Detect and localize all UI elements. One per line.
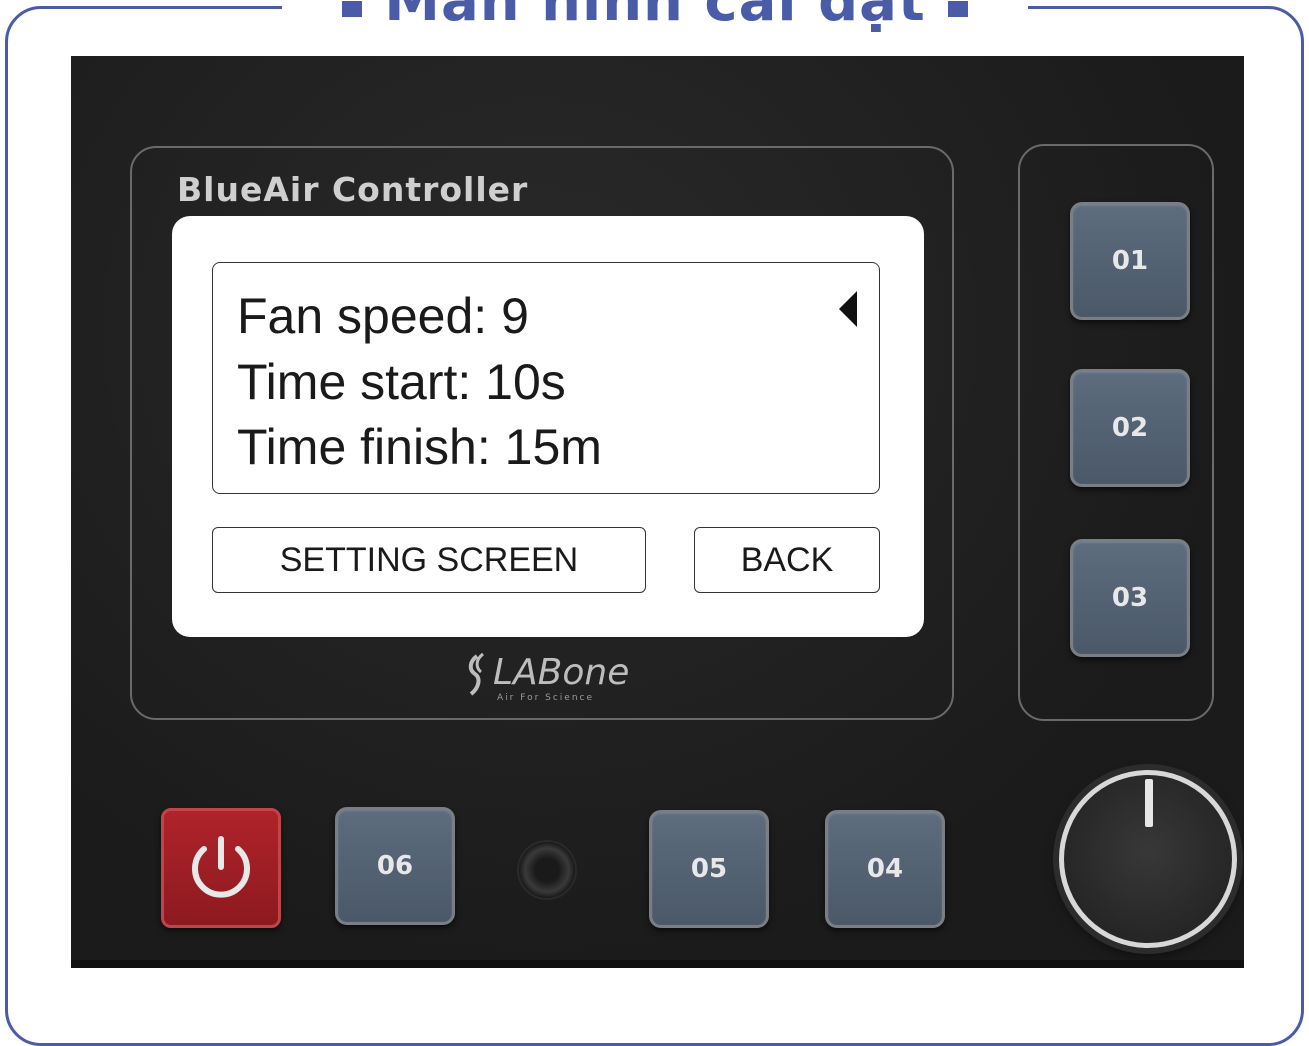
power-icon (192, 836, 250, 898)
controller-device: BlueAir Controller Fan speed: 9 Time sta… (71, 56, 1244, 968)
labone-logo: LABone Air For Science (468, 652, 629, 703)
small-knob[interactable] (519, 842, 575, 898)
time-finish-setting[interactable]: Time finish: 15m (237, 422, 602, 472)
labone-swirl-icon (468, 652, 484, 696)
title-right-square (947, 1, 968, 17)
selection-arrow-icon (839, 291, 857, 327)
svg-text:LABone: LABone (493, 652, 629, 693)
time-start-setting[interactable]: Time start: 10s (237, 357, 566, 407)
svg-text:Air For Science: Air For Science (497, 693, 594, 703)
title-bar: Màn hình cài đặt (282, 0, 1028, 36)
button-04[interactable]: 04 (825, 810, 945, 928)
button-05[interactable]: 05 (649, 810, 769, 928)
brand-label: BlueAir Controller (177, 170, 529, 209)
rotary-knob[interactable] (1059, 770, 1237, 948)
fan-speed-setting[interactable]: Fan speed: 9 (237, 291, 529, 341)
device-bottom-edge (71, 960, 1244, 968)
button-06[interactable]: 06 (335, 807, 455, 925)
power-button[interactable] (161, 808, 281, 928)
knob-indicator-icon (1145, 779, 1153, 827)
button-02[interactable]: 02 (1070, 369, 1190, 487)
button-03[interactable]: 03 (1070, 539, 1190, 657)
back-button[interactable]: BACK (694, 527, 880, 593)
page-title: Màn hình cài đặt (384, 0, 926, 34)
button-01[interactable]: 01 (1070, 202, 1190, 320)
title-left-square (342, 1, 363, 17)
lcd-screen: Fan speed: 9 Time start: 10s Time finish… (172, 216, 924, 637)
setting-screen-button[interactable]: SETTING SCREEN (212, 527, 646, 593)
settings-list: Fan speed: 9 Time start: 10s Time finish… (212, 262, 880, 494)
